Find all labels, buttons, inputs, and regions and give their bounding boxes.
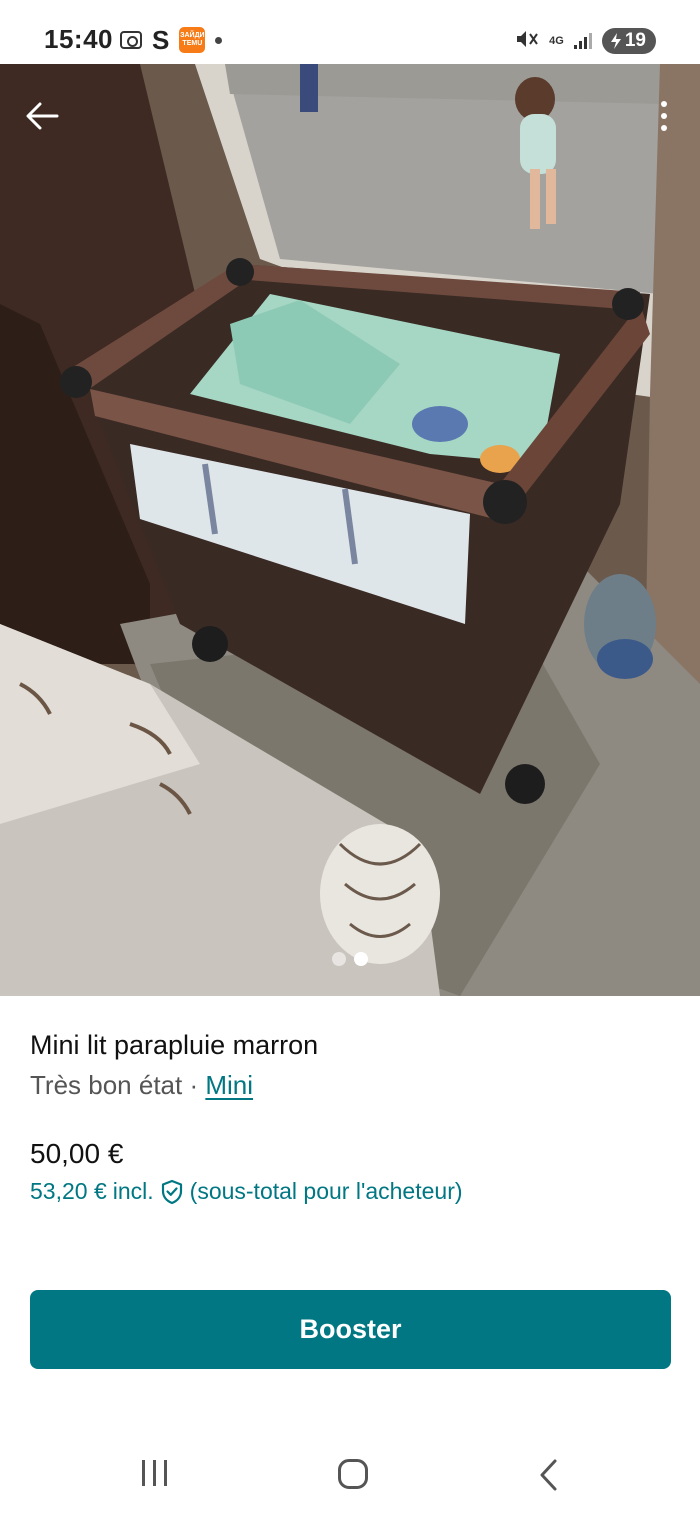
status-bar: 15:40 S ЗАЙДИ TEMU 4G 19 bbox=[0, 0, 700, 64]
temu-app-icon: ЗАЙДИ TEMU bbox=[179, 27, 206, 53]
back-button[interactable] bbox=[18, 92, 66, 140]
more-dot-icon bbox=[661, 101, 667, 107]
item-price: 50,00 € bbox=[30, 1138, 124, 1169]
booster-button[interactable]: Booster bbox=[30, 1290, 671, 1369]
brand-link[interactable]: Mini bbox=[205, 1070, 253, 1100]
system-nav-bar bbox=[0, 1430, 700, 1517]
status-left-icons: S ЗАЙДИ TEMU bbox=[120, 24, 223, 56]
nav-back-button[interactable] bbox=[538, 1458, 558, 1492]
more-dot-icon bbox=[661, 113, 667, 119]
carousel-dot[interactable] bbox=[332, 952, 346, 966]
buyer-note: (sous-total pour l'acheteur) bbox=[189, 1178, 463, 1204]
incl-label: incl. bbox=[112, 1178, 154, 1204]
carousel-dot-active[interactable] bbox=[354, 952, 368, 966]
mute-icon bbox=[515, 28, 539, 55]
shield-check-icon[interactable] bbox=[160, 1179, 184, 1205]
product-photo[interactable] bbox=[0, 64, 700, 996]
4g-icon: 4G bbox=[549, 34, 564, 47]
status-time: 15:40 bbox=[44, 24, 113, 54]
battery-icon: 19 bbox=[601, 28, 656, 54]
home-button[interactable] bbox=[338, 1459, 368, 1489]
s-app-icon: S bbox=[152, 25, 170, 55]
battery-level: 19 bbox=[624, 30, 646, 51]
status-right-icons: 4G 19 bbox=[515, 26, 656, 56]
item-title: Mini lit parapluie marron bbox=[30, 1030, 319, 1060]
notification-dot-icon bbox=[215, 36, 223, 44]
signal-icon bbox=[573, 33, 592, 49]
arrow-left-icon bbox=[26, 102, 59, 130]
recents-button[interactable] bbox=[142, 1460, 167, 1486]
buyer-price-row[interactable]: 53,20 € incl. (sous-total pour l'acheteu… bbox=[30, 1178, 463, 1205]
more-options-button[interactable] bbox=[652, 92, 676, 140]
item-condition: Très bon état bbox=[30, 1070, 183, 1100]
buyer-price: 53,20 € bbox=[30, 1178, 107, 1204]
photo-illustration bbox=[0, 64, 700, 996]
screen-recorder-icon bbox=[120, 31, 142, 49]
item-meta: Très bon état · Mini bbox=[30, 1070, 253, 1101]
more-dot-icon bbox=[661, 125, 667, 131]
carousel-indicator bbox=[332, 952, 368, 966]
meta-separator: · bbox=[182, 1070, 206, 1100]
